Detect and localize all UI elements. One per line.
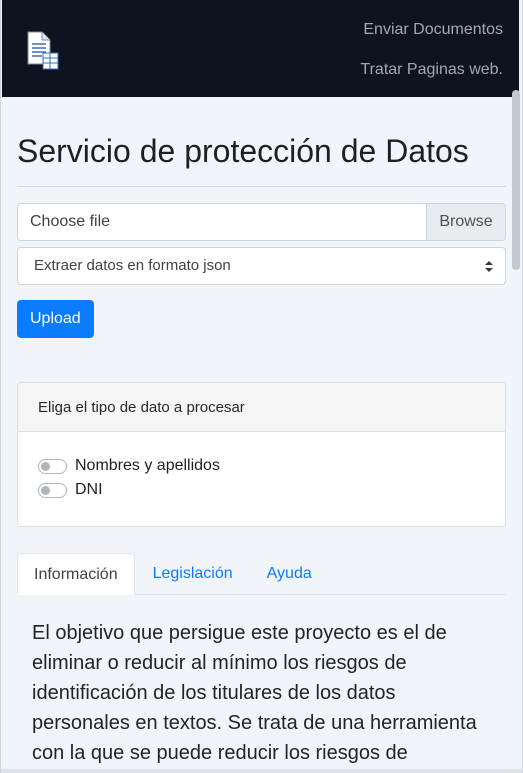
select-caret-icon [485, 261, 493, 272]
nav-links: Enviar Documentos Tratar Paginas web. [360, 18, 503, 98]
page-title: Servicio de protección de Datos [17, 133, 469, 169]
toggle-switch-dni[interactable] [38, 482, 67, 498]
browser-viewport: Enviar Documentos Tratar Paginas web. Se… [0, 0, 523, 773]
data-type-card-body: Nombres y apellidos DNI [18, 432, 505, 526]
tab-legislacion[interactable]: Legislación [137, 553, 249, 594]
tab-ayuda[interactable]: Ayuda [251, 553, 328, 594]
file-input-label[interactable]: Choose file [18, 204, 426, 240]
format-select[interactable]: Extraer datos en formato json [17, 247, 506, 285]
switch-row-nombres[interactable]: Nombres y apellidos [38, 454, 485, 478]
main-content: Servicio de protección de Datos Choose f… [17, 97, 506, 768]
data-type-card-header: Eliga el tipo de dato a procesar [18, 383, 505, 432]
format-select-value: Extraer datos en formato json [34, 257, 231, 274]
tab-informacion[interactable]: Información [17, 553, 135, 595]
info-paragraph: El objetivo que persigue este proyecto e… [32, 622, 477, 764]
tab-bar: Información Legislación Ayuda [17, 553, 506, 595]
file-input[interactable]: Choose file Browse [17, 203, 506, 241]
upload-button[interactable]: Upload [17, 300, 94, 338]
data-type-card: Eliga el tipo de dato a procesar Nombres… [17, 382, 506, 527]
nav-link-enviar-documentos[interactable]: Enviar Documentos [360, 18, 503, 42]
navbar: Enviar Documentos Tratar Paginas web. [2, 0, 519, 97]
toggle-switch-nombres[interactable] [38, 458, 67, 474]
switch-label-nombres[interactable]: Nombres y apellidos [75, 457, 220, 475]
nav-link-tratar-paginas[interactable]: Tratar Paginas web. [360, 58, 503, 82]
switch-label-dni[interactable]: DNI [75, 481, 103, 499]
browse-button[interactable]: Browse [426, 204, 505, 240]
switch-row-dni[interactable]: DNI [38, 478, 485, 502]
title-divider [17, 186, 506, 187]
document-icon[interactable] [25, 31, 61, 71]
scrollbar-thumb[interactable] [512, 90, 520, 270]
bottom-edge [1, 769, 522, 773]
vertical-scrollbar[interactable] [512, 90, 520, 773]
